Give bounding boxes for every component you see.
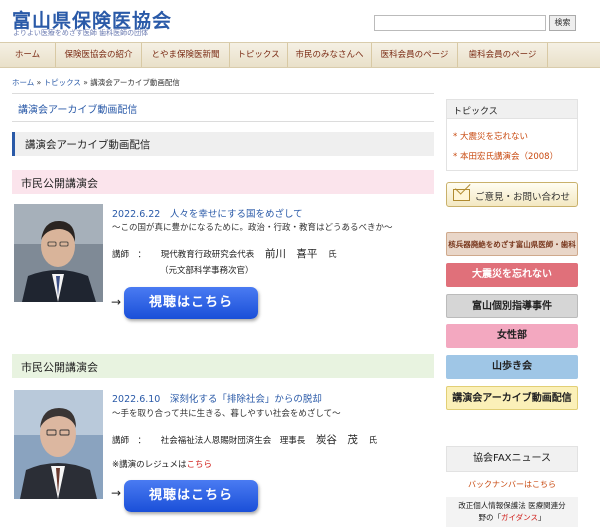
nav-item-about[interactable]: 保険医協会の紹介 <box>56 43 142 67</box>
nav-item-medical-members[interactable]: 医科会員のページ <box>372 43 458 67</box>
privacy-guidance-line1: 改正個人情報保護法 医療関連分 <box>458 501 566 510</box>
lecturer-info: 講師 ： 社会福祉法人恩賜財団済生会 理事長 炭谷 茂 氏 <box>112 432 377 447</box>
page-title: 講演会アーカイブ動画配信 <box>18 105 138 116</box>
banner-hiking-club[interactable]: 山歩き会 <box>446 355 578 379</box>
arrow-icon: → <box>111 486 122 500</box>
nav-item-topics[interactable]: トピックス <box>230 43 288 67</box>
resume-note: ※講演のレジュメはこちら <box>112 458 212 470</box>
topics-list: * 大震災を忘れない * 本田宏氏講演会（2008） <box>446 119 578 171</box>
contact-label: ご意見・お問い合わせ <box>475 192 571 203</box>
lecture-band: 市民公開講演会 <box>12 354 434 378</box>
lecturer-suffix: 氏 <box>328 250 337 260</box>
breadcrumb-home[interactable]: ホーム <box>12 78 34 87</box>
guidance-link[interactable]: ガイダンス <box>501 513 538 522</box>
breadcrumb-topics[interactable]: トピックス <box>44 78 81 87</box>
banner-nuclear-weapons[interactable]: 核兵器廃絶をめざす富山県医師・歯科医師の会 <box>446 232 578 273</box>
fax-backnumber-link[interactable]: バックナンバーはこちら <box>446 479 578 490</box>
watch-button[interactable]: 視聴はこちら <box>124 480 258 512</box>
divider <box>12 121 434 122</box>
lecturer-photo <box>14 390 103 499</box>
nav-item-newspaper[interactable]: とやま保険医新聞 <box>142 43 230 67</box>
breadcrumb-separator: » <box>80 78 91 87</box>
lecturer-organization: 現代教育行政研究会代表 <box>160 250 255 260</box>
nav-item-home[interactable]: ホーム <box>0 43 56 67</box>
envelope-icon <box>453 189 470 201</box>
site-tagline: よりよい医療をめざす医師 歯科医師の団体 <box>13 29 149 37</box>
lecture-band-label: 市民公開講演会 <box>21 177 98 190</box>
lecture-title[interactable]: 2022.6.22 人々を幸せにする国をめざして <box>112 206 303 220</box>
lecturer-photo <box>14 204 103 302</box>
topics-item[interactable]: * 本田宏氏講演会（2008） <box>453 150 558 162</box>
divider <box>12 93 434 94</box>
lecture-subtitle: 〜手を取り合って共に生きる、暮しやすい社会をめざして〜 <box>112 409 341 419</box>
fax-news-heading: 協会FAXニュース <box>446 446 578 472</box>
main-nav: ホーム 保険医協会の紹介 とやま保険医新聞 トピックス 市民のみなさんへ 医科会… <box>0 42 600 68</box>
search-button[interactable]: 検索 <box>549 15 576 31</box>
nav-item-dental-members[interactable]: 歯科会員のページ <box>458 43 548 67</box>
lecturer-label: 講師 ： <box>112 436 147 446</box>
privacy-guidance-note: 改正個人情報保護法 医療関連分 野の「ガイダンス」 <box>446 497 578 527</box>
lecturer-organization: 社会福祉法人恩賜財団済生会 理事長 <box>160 436 306 446</box>
section-heading: 講演会アーカイブ動画配信 <box>12 132 434 156</box>
banner-earthquake[interactable]: 大震災を忘れない <box>446 263 578 287</box>
banner-womens-section[interactable]: 女性部 <box>446 324 578 348</box>
lecturer-suffix: 氏 <box>368 436 378 446</box>
lecture-band-label: 市民公開講演会 <box>21 361 98 374</box>
lecture-subtitle: 〜この国が真に豊かになるために。政治・行政・教育はどうあるべきか〜 <box>112 223 393 233</box>
banner-individual-guidance[interactable]: 富山個別指導事件 <box>446 294 578 318</box>
section-heading-text: 講演会アーカイブ動画配信 <box>25 139 151 151</box>
topics-heading-text: トピックス <box>453 107 498 117</box>
site-header: 富山県保険医協会 よりよい医療をめざす医師 歯科医師の団体 検索 <box>0 0 600 42</box>
watch-button[interactable]: 視聴はこちら <box>124 287 258 319</box>
privacy-guidance-line2: 野の「ガイダンス」 <box>478 513 546 522</box>
lecture-title[interactable]: 2022.6.10 深刻化する「排除社会」からの脱却 <box>112 391 322 405</box>
breadcrumb: ホーム » トピックス » 講演会アーカイブ動画配信 <box>12 77 180 88</box>
lecture-band: 市民公開講演会 <box>12 170 434 194</box>
lecturer-name: 炭谷 茂 <box>315 434 358 446</box>
resume-text: ※講演のレジュメは <box>112 460 187 470</box>
breadcrumb-separator: » <box>34 78 44 87</box>
nav-item-citizens[interactable]: 市民のみなさんへ <box>288 43 372 67</box>
resume-link[interactable]: こちら <box>187 460 213 470</box>
contact-button[interactable]: ご意見・お問い合わせ <box>446 182 578 207</box>
lecturer-info: 講師 ： 現代教育行政研究会代表 前川 喜平 氏 <box>112 246 337 261</box>
lecturer-name: 前川 喜平 <box>264 248 318 260</box>
lecturer-label: 講師 ： <box>112 250 147 260</box>
search-input[interactable] <box>374 15 546 31</box>
breadcrumb-current: 講演会アーカイブ動画配信 <box>90 78 180 87</box>
banner-lecture-archive[interactable]: 講演会アーカイブ動画配信 <box>446 386 578 410</box>
lecturer-note: （元文部科学事務次官） <box>160 266 254 276</box>
topics-heading: トピックス <box>446 99 578 119</box>
topics-item[interactable]: * 大震災を忘れない <box>453 130 528 142</box>
arrow-icon: → <box>111 295 122 309</box>
